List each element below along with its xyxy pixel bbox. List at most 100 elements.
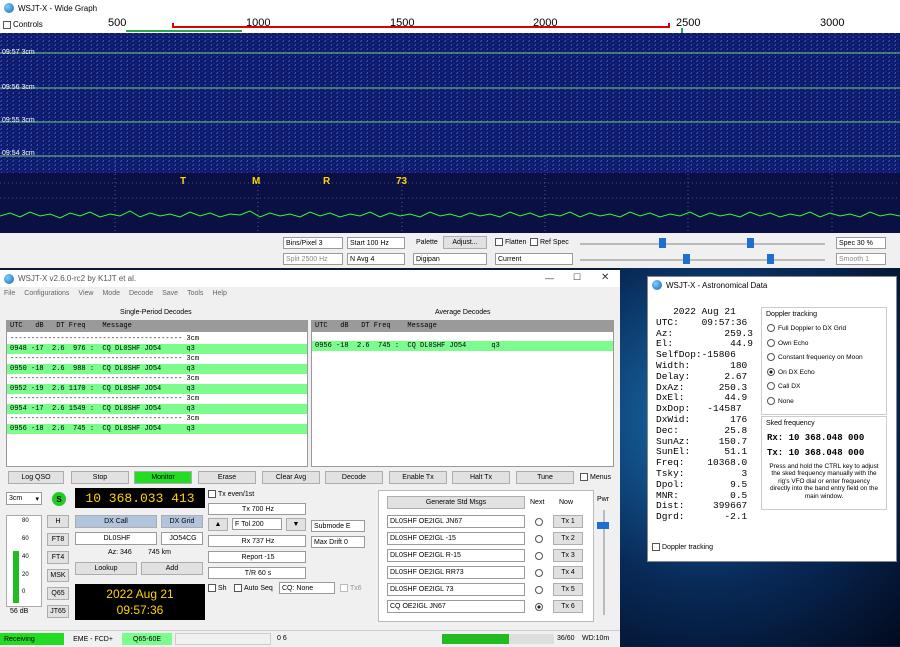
gain-slider-handle[interactable] xyxy=(659,238,666,248)
enable-tx-button[interactable]: Enable Tx xyxy=(389,471,447,484)
clear-avg-button[interactable]: Clear Avg xyxy=(262,471,320,484)
next-radio-4[interactable] xyxy=(535,569,543,577)
tx-message-input-5[interactable]: DL0SHF OE2IGL 73 xyxy=(387,583,525,596)
report-spinner[interactable]: Report -15 xyxy=(208,551,306,563)
next-radio-2[interactable] xyxy=(535,535,543,543)
sh-check-icon[interactable] xyxy=(208,584,216,592)
tune-button[interactable]: Tune xyxy=(516,471,574,484)
split-spinner[interactable]: Split 2500 Hz xyxy=(283,253,343,265)
bins-pixel-spinner[interactable]: Bins/Pixel 3 xyxy=(283,237,343,249)
doppler-tracking-checkbox[interactable]: Doppler tracking xyxy=(652,543,713,551)
ref-spec-check-icon[interactable] xyxy=(530,238,538,246)
tx-even-check-icon[interactable] xyxy=(208,490,216,498)
tx-1-button[interactable]: Tx 1 xyxy=(553,515,583,528)
tx-4-button[interactable]: Tx 4 xyxy=(553,566,583,579)
tx-3-button[interactable]: Tx 3 xyxy=(553,549,583,562)
start-spinner[interactable]: Start 100 Hz xyxy=(347,237,405,249)
decode-row[interactable]: 0956 -18 2.6 745 : CQ DL0SHF JO54 q3 xyxy=(7,424,307,434)
tx-2-button[interactable]: Tx 2 xyxy=(553,532,583,545)
spec-gain-handle[interactable] xyxy=(683,254,690,264)
menu-decode[interactable]: Decode xyxy=(129,290,153,301)
tx-message-input-2[interactable]: DL0SHF OE2IGL -15 xyxy=(387,532,525,545)
next-radio-3[interactable] xyxy=(535,552,543,560)
log-qso-button[interactable]: Log QSO xyxy=(8,471,64,484)
menu-help[interactable]: Help xyxy=(212,290,226,301)
cq-select[interactable]: CQ: None xyxy=(279,582,335,594)
spectrum-select[interactable]: Current xyxy=(495,253,573,265)
next-radio-6[interactable] xyxy=(535,603,543,611)
decode-separator-row[interactable]: ----------------------------------------… xyxy=(7,414,307,424)
flatten-check-icon[interactable] xyxy=(495,238,503,246)
radio-icon[interactable] xyxy=(767,382,775,390)
radio-icon[interactable] xyxy=(767,396,775,405)
maximize-icon[interactable]: ☐ xyxy=(573,272,581,283)
next-radio-5[interactable] xyxy=(535,586,543,594)
doppler-option[interactable]: Full Doppler to DX Grid xyxy=(767,324,846,332)
tx6-checkbox[interactable]: Tx6 xyxy=(340,584,362,592)
tx-message-input-4[interactable]: DL0SHF OE2IGL RR73 xyxy=(387,566,525,579)
dx-call-input[interactable]: DL0SHF xyxy=(75,532,157,545)
dx-grid-input[interactable]: JO54CG xyxy=(161,532,203,545)
spec-slider-track[interactable] xyxy=(580,259,825,261)
decode-separator-row[interactable]: ----------------------------------------… xyxy=(7,354,307,364)
mode-jt65-button[interactable]: JT65 xyxy=(47,605,69,618)
menu-save[interactable]: Save xyxy=(162,290,178,301)
decode-row[interactable]: 0954 -17 2.6 1549 : CQ DL0SHF JO54 q3 xyxy=(7,404,307,414)
mode-q65-button[interactable]: Q65 xyxy=(47,587,69,600)
doppler-option[interactable]: On DX Echo xyxy=(767,367,815,376)
mode-ft8-button[interactable]: FT8 xyxy=(47,533,69,546)
mode-ft4-button[interactable]: FT4 xyxy=(47,551,69,564)
band-select[interactable]: 3cm ▾ xyxy=(6,492,42,505)
add-button[interactable]: Add xyxy=(141,562,203,575)
close-icon[interactable]: ✕ xyxy=(601,272,609,283)
gain-slider-track[interactable] xyxy=(580,243,825,245)
halt-tx-button[interactable]: Halt Tx xyxy=(452,471,510,484)
ref-spec-checkbox[interactable]: Ref Spec xyxy=(530,238,569,246)
rx-frequency-spinner[interactable]: Rx 737 Hz xyxy=(208,535,306,547)
sh-checkbox[interactable]: Sh xyxy=(208,584,227,592)
minimize-icon[interactable]: — xyxy=(545,273,554,283)
menu-file[interactable]: File xyxy=(4,290,15,301)
menu-mode[interactable]: Mode xyxy=(102,290,120,301)
dial-frequency-display[interactable]: 10 368.033 413 xyxy=(75,488,205,508)
decode-row[interactable]: 0948 -17 2.6 976 : CQ DL0SHF JO54 q3 xyxy=(7,344,307,354)
tx-message-input-6[interactable]: CQ OE2IGL JN67 xyxy=(387,600,525,613)
auto-seq-check-icon[interactable] xyxy=(234,584,242,592)
doppler-option[interactable]: Constant frequency on Moon xyxy=(767,353,863,361)
decode-separator-row[interactable]: ----------------------------------------… xyxy=(7,334,307,344)
controls-check-icon[interactable] xyxy=(3,20,11,29)
tx-message-input-1[interactable]: DL0SHF OE2IGL JN67 xyxy=(387,515,525,528)
rx-sked-frequency[interactable]: Rx: 10 368.048 000 xyxy=(767,433,864,443)
navg-spinner[interactable]: N Avg 4 xyxy=(347,253,405,265)
menu-tools[interactable]: Tools xyxy=(187,290,203,301)
spec-zero-handle[interactable] xyxy=(767,254,774,264)
radio-icon[interactable] xyxy=(767,367,775,376)
lookup-button[interactable]: Lookup xyxy=(75,562,137,575)
adjust-button[interactable]: Adjust... xyxy=(443,236,487,249)
tx-to-rx-button[interactable]: ▲ xyxy=(208,518,228,531)
doppler-option[interactable]: Call DX xyxy=(767,382,800,390)
ftol-spinner[interactable]: F Tol 200 xyxy=(232,518,282,530)
menus-check-icon[interactable] xyxy=(580,473,588,481)
decode-separator-row[interactable]: ----------------------------------------… xyxy=(7,394,307,404)
next-radio-1[interactable] xyxy=(535,518,543,526)
decode-row[interactable]: 0952 -19 2.6 1170 : CQ DL0SHF JO54 q3 xyxy=(7,384,307,394)
doppler-option[interactable]: None xyxy=(767,396,794,405)
erase-button[interactable]: Erase xyxy=(198,471,256,484)
tx-frequency-spinner[interactable]: Tx 700 Hz xyxy=(208,503,306,515)
max-drift-spinner[interactable]: Max Drift 0 xyxy=(311,536,365,548)
mode-h-button[interactable]: H xyxy=(47,515,69,528)
radio-icon[interactable] xyxy=(767,324,775,332)
tx-message-input-3[interactable]: DL0SHF OE2IGL R-15 xyxy=(387,549,525,562)
submode-select[interactable]: Submode E xyxy=(311,520,365,532)
tx-even-checkbox[interactable]: Tx even/1st xyxy=(208,490,254,498)
spec-spinner[interactable]: Spec 30 % xyxy=(836,237,886,249)
generate-std-msgs-button[interactable]: Generate Std Msgs xyxy=(387,496,525,509)
palette-select[interactable]: Digipan xyxy=(413,253,487,265)
rx-to-tx-button[interactable]: ▼ xyxy=(286,518,306,531)
stop-button[interactable]: Stop xyxy=(71,471,129,484)
decode-row[interactable]: 0956 -18 2.6 745 : CQ DL0SHF JO54 q3 xyxy=(312,341,613,351)
decode-separator-row[interactable]: ----------------------------------------… xyxy=(7,374,307,384)
single-period-list[interactable]: UTC dB DT Freq Message -----------------… xyxy=(6,320,308,467)
controls-checkbox[interactable]: Controls xyxy=(3,20,43,29)
